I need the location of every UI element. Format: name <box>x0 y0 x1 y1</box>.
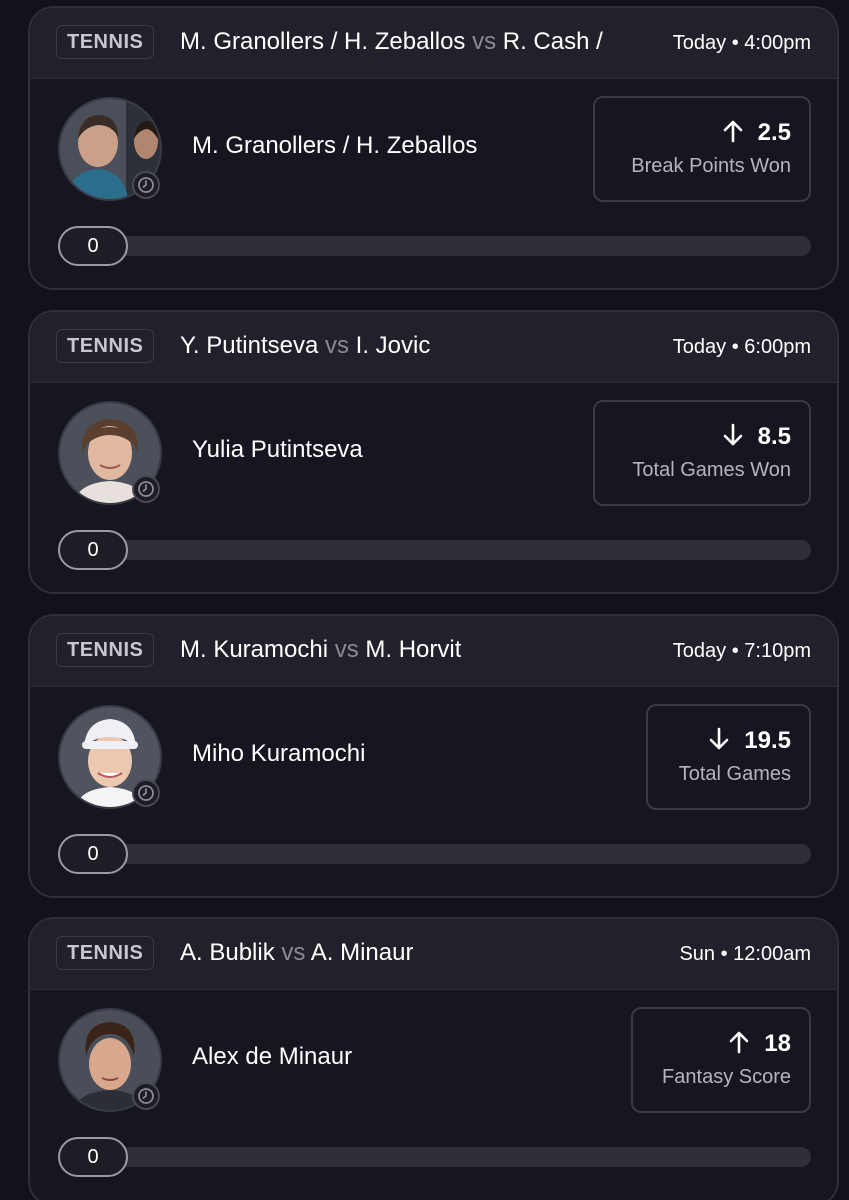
progress-value: 0 <box>58 226 128 266</box>
line-value: 8.5 <box>757 423 791 450</box>
pick-list: TENNIS M. Granollers / H. Zeballos vs R.… <box>0 0 849 1200</box>
arrow-down-icon <box>708 727 730 756</box>
card-header: TENNIS M. Kuramochi vs M. Horvit Today •… <box>30 616 837 687</box>
clock-icon <box>132 779 160 807</box>
team-a: M. Kuramochi <box>180 636 329 663</box>
vs-label: vs <box>472 28 497 55</box>
clock-icon <box>132 475 160 503</box>
player-name: Yulia Putintseva <box>192 436 363 463</box>
projection-box[interactable]: 2.5 Break Points Won <box>593 96 811 202</box>
team-b: I. Jovic <box>355 332 431 359</box>
game-time: Today • 7:10pm <box>662 636 811 666</box>
line-value: 18 <box>764 1030 791 1057</box>
arrow-up-icon <box>722 119 744 148</box>
team-a: M. Granollers / H. Zeballos <box>180 28 466 55</box>
pick-card[interactable]: TENNIS M. Granollers / H. Zeballos vs R.… <box>28 6 839 290</box>
pick-card[interactable]: TENNIS Y. Putintseva vs I. Jovic Today •… <box>28 310 839 594</box>
matchup-title: A. Bublik vs A. Minaur <box>180 937 413 969</box>
team-a: Y. Putintseva <box>180 332 319 359</box>
game-time: Today • 6:00pm <box>662 332 811 362</box>
player-name: Miho Kuramochi <box>192 740 366 767</box>
team-a: A. Bublik <box>180 939 275 966</box>
stat-type: Total Games Won <box>632 459 791 481</box>
stat-type: Fantasy Score <box>662 1066 791 1088</box>
matchup-title: M. Kuramochi vs M. Horvit <box>180 634 461 666</box>
vs-label: vs <box>334 636 359 663</box>
line-value: 19.5 <box>744 727 791 754</box>
matchup-title: M. Granollers / H. Zeballos vs R. Cash / <box>180 26 603 58</box>
card-header: TENNIS Y. Putintseva vs I. Jovic Today •… <box>30 312 837 383</box>
sport-badge: TENNIS <box>56 25 155 59</box>
sport-badge: TENNIS <box>56 936 155 970</box>
progress-value: 0 <box>58 834 128 874</box>
vs-label: vs <box>281 939 306 966</box>
progress-bar <box>60 540 811 560</box>
line-value: 2.5 <box>757 119 791 146</box>
progress-value: 0 <box>58 1137 128 1177</box>
progress-bar <box>60 1147 811 1167</box>
projection-box[interactable]: 8.5 Total Games Won <box>593 400 811 506</box>
stat-type: Break Points Won <box>631 155 791 177</box>
matchup-title: Y. Putintseva vs I. Jovic <box>180 330 430 362</box>
sport-badge: TENNIS <box>56 329 155 363</box>
arrow-down-icon <box>722 423 744 452</box>
game-time: Today • 4:00pm <box>662 28 811 58</box>
pick-card[interactable]: TENNIS A. Bublik vs A. Minaur Sun • 12:0… <box>28 917 839 1200</box>
arrow-up-icon <box>728 1030 750 1059</box>
team-b: A. Minaur <box>310 939 414 966</box>
team-b: R. Cash / <box>502 28 603 55</box>
card-header: TENNIS M. Granollers / H. Zeballos vs R.… <box>30 8 837 79</box>
sport-badge: TENNIS <box>56 633 155 667</box>
pick-card[interactable]: TENNIS M. Kuramochi vs M. Horvit Today •… <box>28 614 839 898</box>
progress-bar <box>60 844 811 864</box>
stat-type: Total Games <box>678 763 791 785</box>
clock-icon <box>132 1082 160 1110</box>
player-name: Alex de Minaur <box>192 1043 353 1070</box>
clock-icon <box>132 171 160 199</box>
vs-label: vs <box>325 332 349 359</box>
game-time: Sun • 12:00am <box>669 939 811 969</box>
progress-value: 0 <box>58 530 128 570</box>
projection-box[interactable]: 19.5 Total Games <box>646 704 811 810</box>
team-b: M. Horvit <box>365 636 462 663</box>
progress-bar <box>60 236 811 256</box>
player-name: M. Granollers / H. Zeballos <box>192 132 478 159</box>
card-header: TENNIS A. Bublik vs A. Minaur Sun • 12:0… <box>30 919 837 990</box>
projection-box[interactable]: 18 Fantasy Score <box>631 1007 811 1113</box>
